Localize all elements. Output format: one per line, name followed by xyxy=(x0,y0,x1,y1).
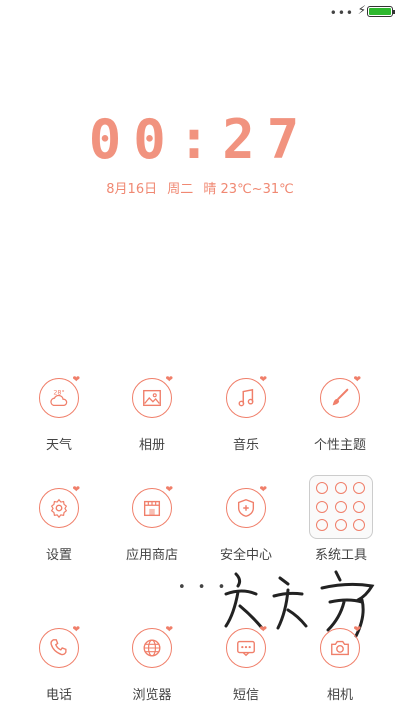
weather-text: 晴 23℃~31℃ xyxy=(203,182,294,197)
heart-icon: ❤ xyxy=(165,375,173,385)
app-gallery[interactable]: ❤ 相册 xyxy=(107,370,197,460)
folder-system-tools[interactable] xyxy=(309,475,373,539)
heart-icon: ❤ xyxy=(72,625,80,635)
app-label: 电话 xyxy=(45,688,72,703)
heart-icon: ❤ xyxy=(72,375,80,385)
app-phone[interactable]: ❤ 电话 xyxy=(14,620,104,710)
heart-icon: ❤ xyxy=(259,485,267,495)
weekday-text: 周二 xyxy=(167,182,194,197)
app-themes[interactable]: ❤ 个性主题 xyxy=(295,370,385,460)
app-label: 个性主题 xyxy=(313,438,366,453)
app-label: 设置 xyxy=(45,548,72,563)
app-label: 音乐 xyxy=(232,438,259,453)
date-weather-line[interactable]: 8月16日 周二 晴 23℃~31℃ xyxy=(0,178,400,197)
status-bar: ••• ⚡ xyxy=(0,0,400,24)
heart-icon: ❤ xyxy=(165,625,173,635)
app-label: 短信 xyxy=(232,688,259,703)
app-music[interactable]: ❤ 音乐 xyxy=(201,370,291,460)
clock-time[interactable]: 00:27 xyxy=(0,108,400,171)
folder-icon xyxy=(316,482,368,534)
app-messages[interactable]: ❤ 短信 xyxy=(201,620,291,710)
heart-icon: ❤ xyxy=(259,625,267,635)
charging-icon: ⚡ xyxy=(357,3,366,17)
heart-icon: ❤ xyxy=(259,375,267,385)
app-label: 相册 xyxy=(138,438,165,453)
battery-icon xyxy=(367,6,395,17)
app-camera[interactable]: ❤ 相机 xyxy=(295,620,385,710)
app-settings[interactable]: ❤ 设置 xyxy=(14,480,104,570)
app-security[interactable]: ❤ 安全中心 xyxy=(201,480,291,570)
heart-icon: ❤ xyxy=(353,625,361,635)
app-label: 天气 xyxy=(45,438,72,453)
app-label: 相机 xyxy=(326,688,353,703)
signal-indicator: ••• xyxy=(329,6,354,20)
date-text: 8月16日 xyxy=(106,182,158,197)
app-browser[interactable]: ❤ 浏览器 xyxy=(107,620,197,710)
heart-icon: ❤ xyxy=(165,485,173,495)
app-label: 应用商店 xyxy=(125,548,178,563)
heart-icon: ❤ xyxy=(72,485,80,495)
app-weather[interactable]: 28° ❤ 天气 xyxy=(14,370,104,460)
app-label: 浏览器 xyxy=(132,688,172,703)
app-store[interactable]: ❤ 应用商店 xyxy=(107,480,197,570)
heart-icon: ❤ xyxy=(353,375,361,385)
